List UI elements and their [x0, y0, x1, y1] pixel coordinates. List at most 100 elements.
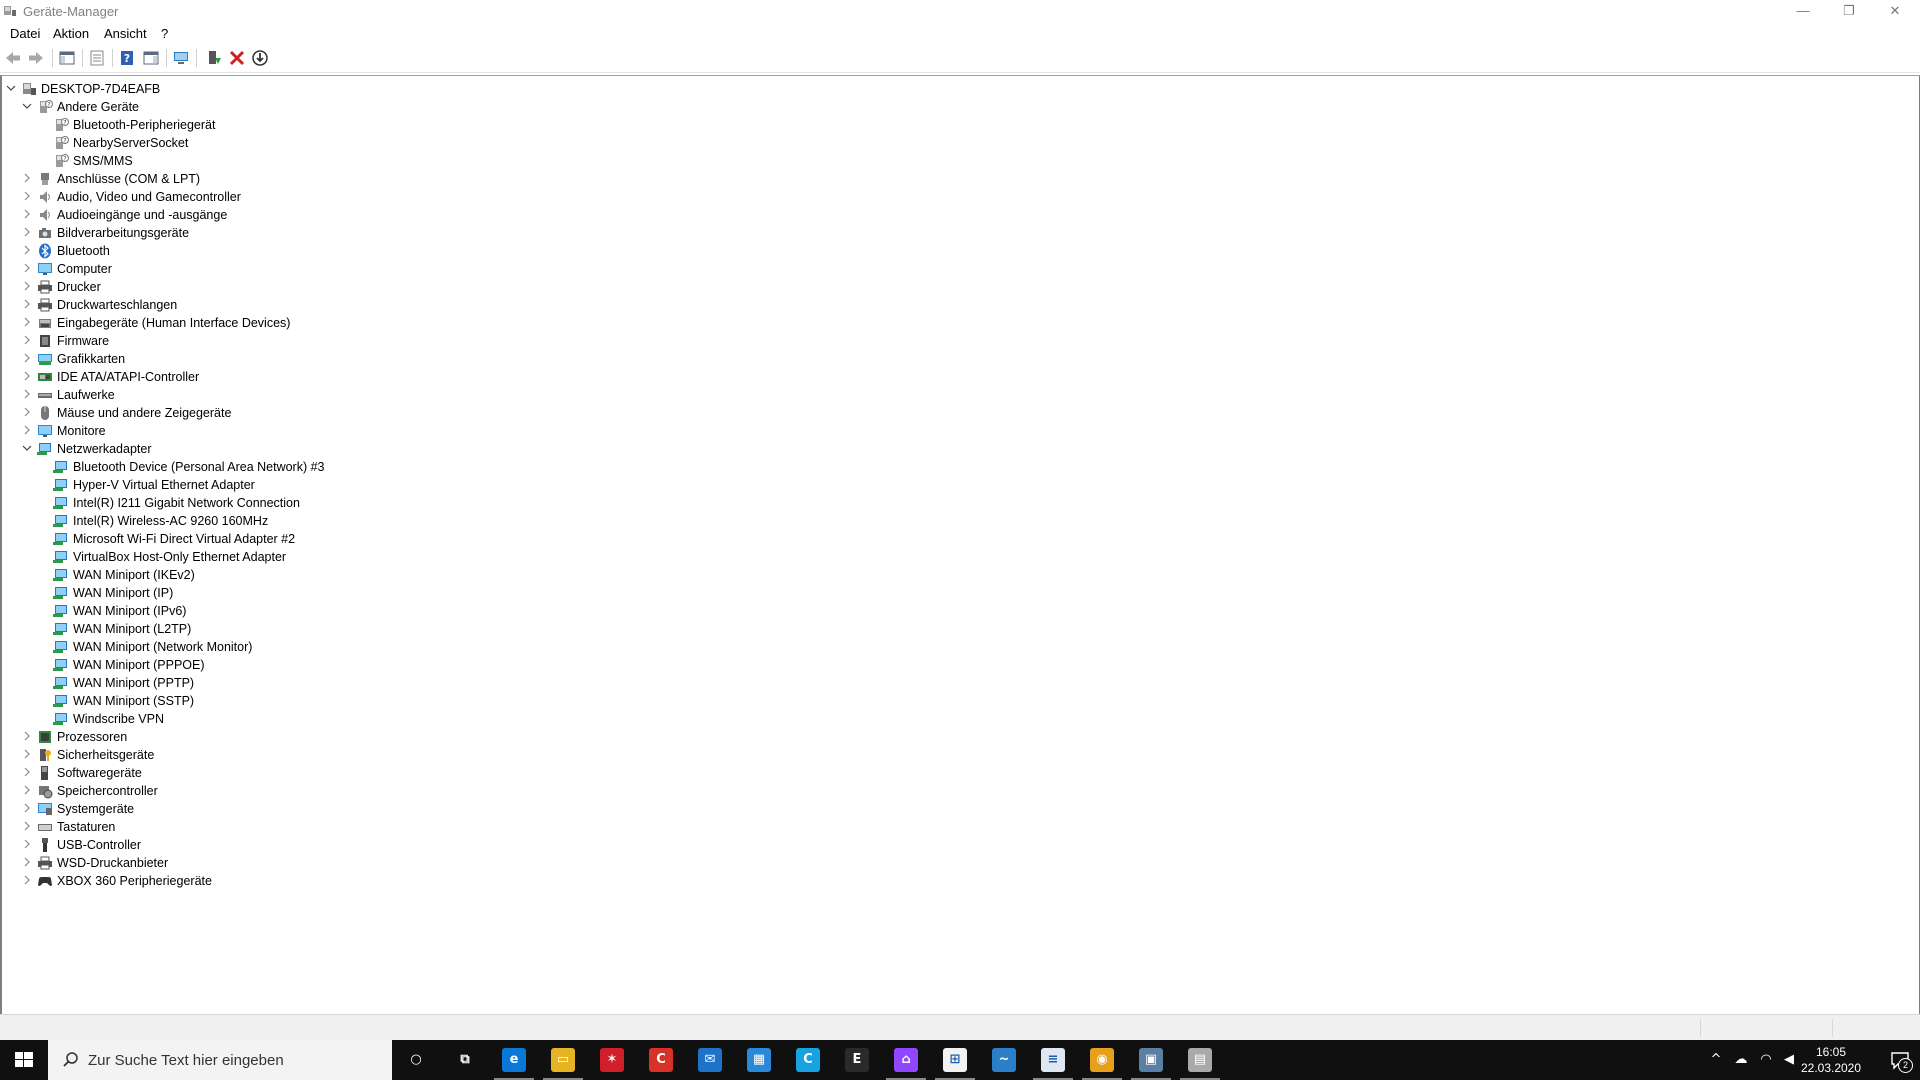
chevron-right-icon[interactable] — [22, 263, 32, 273]
chevron-right-icon[interactable] — [22, 839, 32, 849]
tree-row[interactable]: ? Andere Geräte — [2, 98, 1919, 116]
show-hidden-icons-icon[interactable]: ^ — [1708, 1052, 1724, 1068]
chevron-down-icon[interactable] — [22, 101, 32, 111]
device-manager-taskbar-button[interactable]: ▣ — [1127, 1040, 1175, 1080]
tree-row[interactable]: VirtualBox Host-Only Ethernet Adapter — [2, 548, 1919, 566]
tree-row[interactable]: Firmware — [2, 332, 1919, 350]
tree-row[interactable]: Sicherheitsgeräte — [2, 746, 1919, 764]
tree-row[interactable]: Bluetooth Device (Personal Area Network)… — [2, 458, 1919, 476]
chevron-right-icon[interactable] — [22, 371, 32, 381]
volume-icon[interactable]: ◀ — [1781, 1052, 1797, 1068]
chevron-right-icon[interactable] — [22, 785, 32, 795]
tree-row[interactable]: Mäuse und andere Zeigegeräte — [2, 404, 1919, 422]
chevron-right-icon[interactable] — [22, 821, 32, 831]
red-app-taskbar-button[interactable]: ✶ — [588, 1040, 636, 1080]
tree-row[interactable]: ? Bluetooth-Peripheriegerät — [2, 116, 1919, 134]
tree-row[interactable]: Audioeingänge und -ausgänge — [2, 206, 1919, 224]
taskbar-search-box[interactable]: Zur Suche Text hier eingeben — [48, 1040, 392, 1080]
tree-row[interactable]: Monitore — [2, 422, 1919, 440]
tree-row[interactable]: WAN Miniport (PPTP) — [2, 674, 1919, 692]
uninstall-device-icon[interactable] — [228, 49, 246, 67]
tree-row[interactable]: DESKTOP-7D4EAFB — [2, 80, 1919, 98]
tree-row[interactable]: Drucker — [2, 278, 1919, 296]
chevron-right-icon[interactable] — [22, 209, 32, 219]
close-button[interactable]: ✕ — [1872, 0, 1918, 22]
disable-device-icon[interactable] — [251, 49, 269, 67]
menu-ansicht[interactable]: Ansicht — [104, 26, 147, 41]
chevron-right-icon[interactable] — [22, 191, 32, 201]
chevron-right-icon[interactable] — [22, 317, 32, 327]
tree-row[interactable]: Intel(R) Wireless-AC 9260 160MHz — [2, 512, 1919, 530]
tree-row[interactable]: WAN Miniport (IP) — [2, 584, 1919, 602]
tree-row[interactable]: Tastaturen — [2, 818, 1919, 836]
help-icon[interactable]: ? — [118, 49, 136, 67]
chevron-right-icon[interactable] — [22, 281, 32, 291]
cortana-taskbar-button[interactable]: ○ — [392, 1040, 440, 1080]
printer-app-taskbar-button[interactable]: ▤ — [1176, 1040, 1224, 1080]
chevron-right-icon[interactable] — [22, 299, 32, 309]
edge-taskbar-button[interactable]: e — [490, 1040, 538, 1080]
tree-row[interactable]: Netzwerkadapter — [2, 440, 1919, 458]
tree-row[interactable]: Eingabegeräte (Human Interface Devices) — [2, 314, 1919, 332]
chrome-taskbar-button[interactable]: ◉ — [1078, 1040, 1126, 1080]
twitch-taskbar-button[interactable]: ⌂ — [882, 1040, 930, 1080]
chevron-right-icon[interactable] — [22, 407, 32, 417]
tree-row[interactable]: Speichercontroller — [2, 782, 1919, 800]
wifi-icon[interactable]: ◠ — [1758, 1052, 1774, 1068]
tree-row[interactable]: Grafikkarten — [2, 350, 1919, 368]
tree-row[interactable]: Audio, Video und Gamecontroller — [2, 188, 1919, 206]
chevron-right-icon[interactable] — [22, 731, 32, 741]
store-taskbar-button[interactable]: ⊞ — [931, 1040, 979, 1080]
chevron-right-icon[interactable] — [22, 425, 32, 435]
tree-row[interactable]: WAN Miniport (L2TP) — [2, 620, 1919, 638]
back-icon[interactable] — [4, 49, 22, 67]
tree-row[interactable]: Windscribe VPN — [2, 710, 1919, 728]
tree-row[interactable]: Druckwarteschlangen — [2, 296, 1919, 314]
tree-row[interactable]: Hyper-V Virtual Ethernet Adapter — [2, 476, 1919, 494]
tree-row[interactable]: Microsoft Wi-Fi Direct Virtual Adapter #… — [2, 530, 1919, 548]
properties-icon[interactable] — [88, 49, 106, 67]
chevron-right-icon[interactable] — [22, 173, 32, 183]
tree-row[interactable]: WAN Miniport (PPPOE) — [2, 656, 1919, 674]
tree-row[interactable]: ? NearbyServerSocket — [2, 134, 1919, 152]
chevron-down-icon[interactable] — [22, 443, 32, 453]
update-driver-icon[interactable] — [205, 49, 223, 67]
menu-aktion[interactable]: Aktion — [53, 26, 89, 41]
show-hide-console-tree-icon[interactable] — [58, 49, 76, 67]
tree-row[interactable]: Softwaregeräte — [2, 764, 1919, 782]
notepad-taskbar-button[interactable]: ≡ — [1029, 1040, 1077, 1080]
action-center-button[interactable]: 2 — [1890, 1050, 1913, 1073]
menu-help[interactable]: ? — [161, 26, 168, 41]
tree-row[interactable]: Anschlüsse (COM & LPT) — [2, 170, 1919, 188]
start-button[interactable] — [0, 1040, 48, 1080]
tree-row[interactable]: Computer — [2, 260, 1919, 278]
tree-row[interactable]: WAN Miniport (SSTP) — [2, 692, 1919, 710]
ccleaner-taskbar-button[interactable]: C — [637, 1040, 685, 1080]
tree-row[interactable]: IDE ATA/ATAPI-Controller — [2, 368, 1919, 386]
tree-row[interactable]: WAN Miniport (IPv6) — [2, 602, 1919, 620]
chevron-right-icon[interactable] — [22, 749, 32, 759]
c-app-taskbar-button[interactable]: C — [784, 1040, 832, 1080]
chevron-right-icon[interactable] — [22, 767, 32, 777]
tree-row[interactable]: Intel(R) I211 Gigabit Network Connection — [2, 494, 1919, 512]
chevron-right-icon[interactable] — [22, 857, 32, 867]
device-tree-pane[interactable]: DESKTOP-7D4EAFB? Andere Geräte? Bluetooth-… — [0, 75, 1920, 1014]
file-explorer-taskbar-button[interactable]: ▭ — [539, 1040, 587, 1080]
tree-row[interactable]: Prozessoren — [2, 728, 1919, 746]
forward-icon[interactable] — [27, 49, 45, 67]
tree-row[interactable]: XBOX 360 Peripheriegeräte — [2, 872, 1919, 890]
scan-hardware-icon[interactable] — [172, 49, 190, 67]
menu-datei[interactable]: Datei — [10, 26, 40, 41]
tree-row[interactable]: WAN Miniport (IKEv2) — [2, 566, 1919, 584]
show-hide-action-pane-icon[interactable] — [142, 49, 160, 67]
office-taskbar-button[interactable]: ▦ — [735, 1040, 783, 1080]
chevron-right-icon[interactable] — [22, 353, 32, 363]
restore-button[interactable]: ❐ — [1826, 0, 1872, 22]
chevron-right-icon[interactable] — [22, 227, 32, 237]
epic-games-taskbar-button[interactable]: E — [833, 1040, 881, 1080]
mail-taskbar-button[interactable]: ✉ — [686, 1040, 734, 1080]
tree-row[interactable]: Laufwerke — [2, 386, 1919, 404]
chevron-down-icon[interactable] — [6, 83, 16, 93]
chevron-right-icon[interactable] — [22, 245, 32, 255]
onedrive-icon[interactable]: ☁ — [1733, 1052, 1749, 1068]
